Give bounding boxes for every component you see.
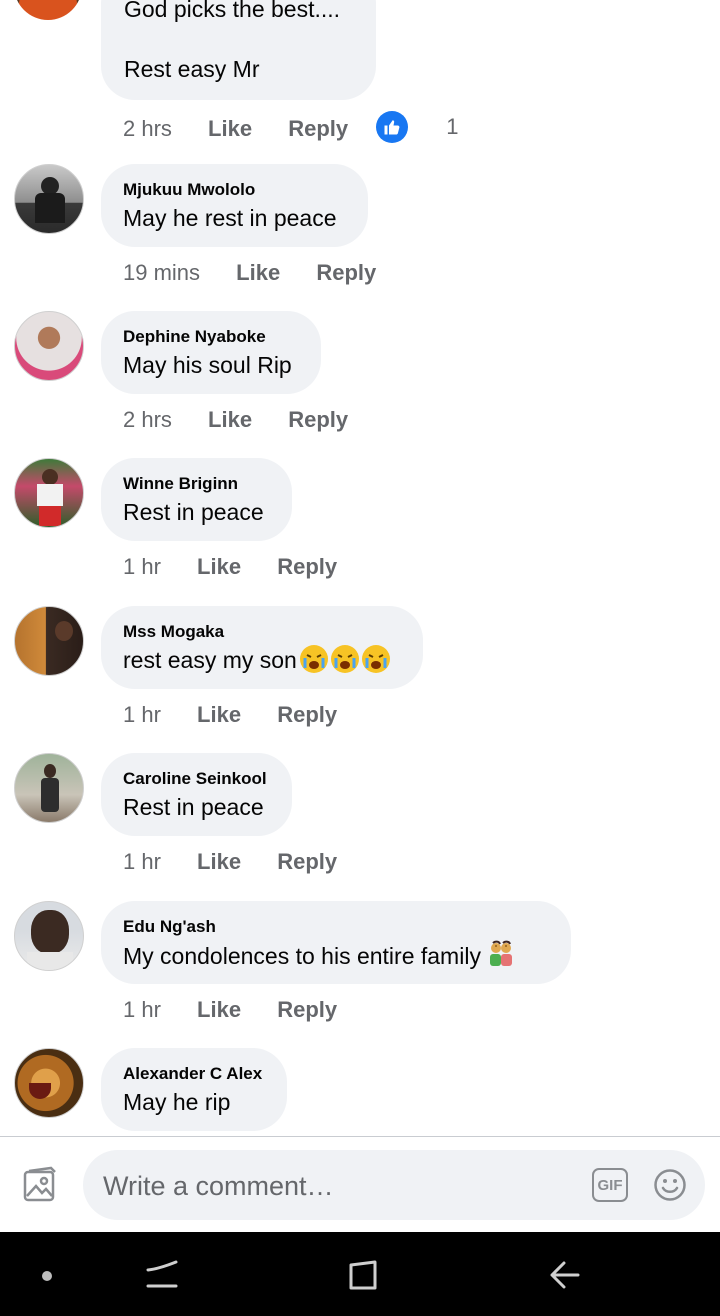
reply-button[interactable]: Reply xyxy=(277,702,337,727)
comment-actions: 1 hr Like Reply xyxy=(123,554,367,580)
comment-author[interactable]: Caroline Seinkool xyxy=(123,768,268,790)
comment-author[interactable]: Alexander C Alex xyxy=(123,1063,263,1085)
recent-apps-icon[interactable] xyxy=(144,1256,180,1292)
comment-bubble[interactable]: Edu Ng'ash My condolences to his entire … xyxy=(101,901,571,984)
comments-feed[interactable]: God picks the best.... Rest easy Mr 2 hr… xyxy=(0,0,720,1136)
comment-time: 2 hrs xyxy=(123,407,172,432)
comment-text: My condolences to his entire family xyxy=(123,943,481,969)
couple-icon xyxy=(487,940,515,975)
home-icon[interactable] xyxy=(346,1258,380,1292)
like-button[interactable]: Like xyxy=(197,849,241,874)
comment-item: Mss Mogaka rest easy my son 1 hr Like Re… xyxy=(0,606,720,754)
crying-face-icon xyxy=(361,645,390,673)
avatar[interactable] xyxy=(14,458,84,528)
comment-item: Alexander C Alex May he rip xyxy=(0,1048,720,1136)
comment-bubble[interactable]: Mjukuu Mwololo May he rest in peace xyxy=(101,164,368,247)
comment-text: Rest easy Mr xyxy=(124,56,260,82)
comment-time: 19 mins xyxy=(123,260,201,285)
back-icon[interactable] xyxy=(546,1258,582,1292)
comment-text: May he rip xyxy=(123,1089,231,1115)
avatar[interactable] xyxy=(14,901,84,971)
comment-composer: GIF xyxy=(0,1136,720,1232)
comment-time: 1 hr xyxy=(123,554,161,579)
comment-actions: 19 mins Like Reply xyxy=(123,260,406,286)
crying-face-icon xyxy=(330,645,359,673)
like-button[interactable]: Like xyxy=(197,997,241,1022)
comment-text: God picks the best.... xyxy=(124,0,341,22)
comment-bubble[interactable]: Winne Briginn Rest in peace xyxy=(101,458,292,541)
gif-icon[interactable]: GIF xyxy=(592,1168,628,1202)
like-button[interactable]: Like xyxy=(197,702,241,727)
comment-actions: 1 hr Like Reply xyxy=(123,702,367,728)
comment-text-line: My condolences to his entire family xyxy=(123,940,547,975)
comment-bubble[interactable]: Caroline Seinkool Rest in peace xyxy=(101,753,292,836)
comment-author[interactable]: Dephine Nyaboke xyxy=(123,326,297,348)
avatar[interactable] xyxy=(14,1048,84,1118)
comment-actions: 2 hrs Like Reply 1 xyxy=(123,111,519,143)
reaction-summary[interactable]: 1 xyxy=(376,111,488,143)
reply-button[interactable]: Reply xyxy=(277,997,337,1022)
comment-text: rest easy my son xyxy=(123,647,297,673)
comment-author[interactable]: Mss Mogaka xyxy=(123,621,399,643)
reaction-count: 1 xyxy=(446,114,459,139)
comment-text: May his soul Rip xyxy=(123,352,292,378)
comment-time: 2 hrs xyxy=(123,116,172,141)
comment-time: 1 hr xyxy=(123,702,161,727)
comment-actions: 1 hr Like Reply xyxy=(123,849,367,875)
comment-author[interactable]: Edu Ng'ash xyxy=(123,916,547,938)
comment-time: 1 hr xyxy=(123,849,161,874)
avatar[interactable] xyxy=(14,164,84,234)
comment-text: May he rest in peace xyxy=(123,205,337,231)
comment-author[interactable]: Winne Briginn xyxy=(123,473,268,495)
comment-text-line: rest easy my son xyxy=(123,645,399,675)
comment-bubble[interactable]: Dephine Nyaboke May his soul Rip xyxy=(101,311,321,394)
comment-item: Caroline Seinkool Rest in peace 1 hr Lik… xyxy=(0,753,720,901)
avatar[interactable] xyxy=(14,0,82,20)
reply-button[interactable]: Reply xyxy=(277,554,337,579)
photo-icon[interactable] xyxy=(20,1165,60,1205)
reply-button[interactable]: Reply xyxy=(288,407,348,432)
like-button[interactable]: Like xyxy=(197,554,241,579)
avatar[interactable] xyxy=(14,606,84,676)
comment-item: Edu Ng'ash My condolences to his entire … xyxy=(0,901,720,1049)
comment-actions: 2 hrs Like Reply xyxy=(123,407,378,433)
system-navigation-bar xyxy=(0,1232,720,1316)
comment-actions: 1 hr Like Reply xyxy=(123,997,367,1023)
comment-bubble[interactable]: God picks the best.... Rest easy Mr xyxy=(101,0,376,100)
reply-button[interactable]: Reply xyxy=(288,116,348,141)
comment-item: Winne Briginn Rest in peace 1 hr Like Re… xyxy=(0,458,720,606)
comment-text: Rest in peace xyxy=(123,794,264,820)
reply-button[interactable]: Reply xyxy=(277,849,337,874)
comment-input[interactable] xyxy=(101,1164,565,1208)
comment-item: Mjukuu Mwololo May he rest in peace 19 m… xyxy=(0,164,720,312)
avatar[interactable] xyxy=(14,753,84,823)
like-button[interactable]: Like xyxy=(208,407,252,432)
avatar[interactable] xyxy=(14,311,84,381)
menu-dot-icon[interactable] xyxy=(42,1271,52,1281)
like-button[interactable]: Like xyxy=(236,260,280,285)
crying-face-icon xyxy=(299,645,328,673)
like-button[interactable]: Like xyxy=(208,116,252,141)
emoji-icon[interactable] xyxy=(653,1168,687,1202)
comment-author[interactable]: Mjukuu Mwololo xyxy=(123,179,344,201)
comment-time: 1 hr xyxy=(123,997,161,1022)
comment-bubble[interactable]: Mss Mogaka rest easy my son xyxy=(101,606,423,689)
thumbs-up-icon xyxy=(376,111,409,143)
comment-bubble[interactable]: Alexander C Alex May he rip xyxy=(101,1048,287,1131)
comment-input-container[interactable]: GIF xyxy=(83,1150,705,1220)
reply-button[interactable]: Reply xyxy=(316,260,376,285)
comment-text: Rest in peace xyxy=(123,499,264,525)
comment-item: Dephine Nyaboke May his soul Rip 2 hrs L… xyxy=(0,311,720,459)
